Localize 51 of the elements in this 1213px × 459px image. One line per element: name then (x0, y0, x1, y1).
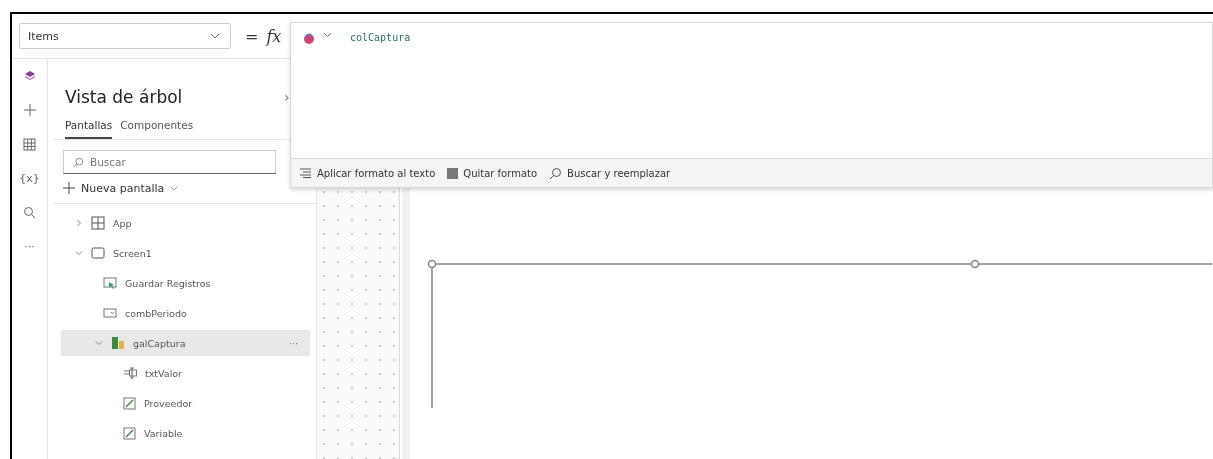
tree-item[interactable]: txtValor (61, 360, 310, 386)
panel-tab[interactable]: Pantallas (65, 119, 113, 139)
remove-formatting-button[interactable]: Quitar formato (445, 167, 540, 179)
edit-form-icon (123, 426, 136, 440)
fx-label: fx (266, 26, 282, 46)
tree-item[interactable]: Screen1 (61, 240, 310, 266)
formula-text: colCaptura (350, 32, 411, 43)
button-icon (103, 276, 117, 290)
tree-item[interactable]: Proveedor (61, 390, 310, 416)
text-input-icon (123, 367, 137, 379)
equals-sign: = (245, 26, 259, 46)
panel-tab[interactable]: Componentes (120, 119, 194, 139)
rail-insert-icon[interactable] (22, 103, 37, 117)
tree-item-label: galCaptura (133, 337, 187, 349)
tree-item-label: Guardar Registros (125, 277, 212, 289)
tree-item[interactable]: combPeriodo (61, 300, 310, 326)
edit-form-icon (123, 396, 136, 410)
tree-item-label: Variable (144, 427, 184, 439)
rail-search-icon[interactable] (23, 205, 36, 219)
search-icon (549, 166, 563, 180)
chevron-down-icon (170, 185, 179, 191)
close-panel-button[interactable]: › (284, 89, 290, 105)
tree-item-label: Screen1 (113, 247, 153, 259)
new-screen-button[interactable]: Nueva pantalla (63, 178, 179, 198)
formula-editor[interactable]: colCaptura Aplicar formato al texto Quitar formato Buscar y reemplazar (290, 22, 1213, 188)
tree-item[interactable]: Guardar Registros (61, 270, 310, 296)
dropdown-icon (103, 308, 117, 318)
app-icon (91, 216, 105, 230)
search-field[interactable]: Buscar (63, 150, 276, 174)
tree-item-label: combPeriodo (125, 307, 188, 319)
tree-item[interactable]: App (61, 210, 310, 236)
tree-item-label: App (113, 217, 133, 229)
format-text-button[interactable]: Aplicar formato al texto (297, 167, 438, 179)
rail-more-button[interactable]: ··· (24, 239, 35, 253)
tree-item-label: txtValor (145, 367, 183, 379)
tree-item[interactable]: galCaptura ··· (61, 330, 310, 356)
tree-item-label: Proveedor (144, 397, 194, 409)
panel-title: Vista de árbol (65, 87, 183, 107)
rail-tree-icon[interactable] (23, 69, 36, 83)
find-replace-button[interactable]: Buscar y reemplazar (547, 166, 673, 180)
property-dropdown[interactable]: Items (19, 23, 231, 49)
format-lines-icon (299, 168, 312, 178)
screen-icon (91, 247, 105, 259)
more-options-button[interactable]: ··· (288, 337, 298, 349)
plus-icon (63, 182, 75, 194)
gallery-icon (111, 336, 125, 350)
chevron-down-icon (210, 33, 220, 39)
tree-item[interactable]: Variable (61, 420, 310, 446)
rail-variables-button[interactable]: {x} (19, 171, 40, 185)
rail-data-icon[interactable] (23, 137, 36, 151)
chevron-down-icon[interactable] (323, 32, 332, 38)
